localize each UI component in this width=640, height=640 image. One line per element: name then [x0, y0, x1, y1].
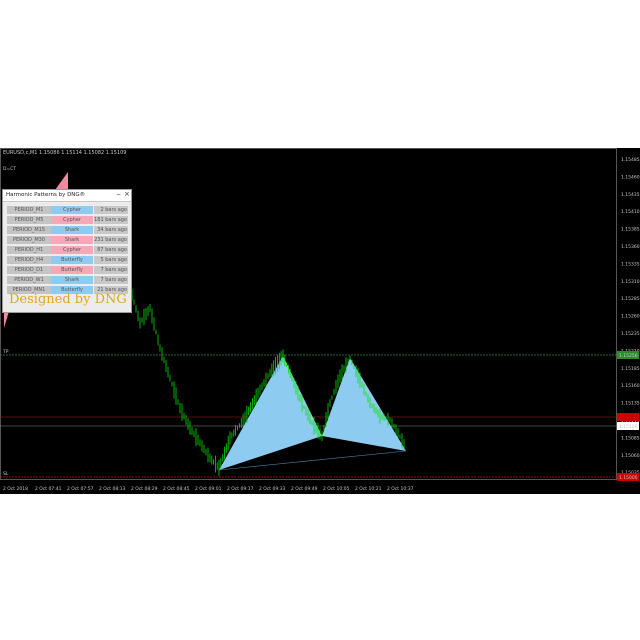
sl-label: SL: [3, 471, 9, 477]
price-tick-label: 1.15160: [621, 383, 640, 389]
period-cell: PERIOD_D1: [7, 266, 51, 274]
time-tick-label: 2 Oct 08:13: [99, 486, 126, 492]
price-tick-label: 1.15135: [621, 401, 640, 407]
time-tick-label: 2 Oct 08:29: [131, 486, 158, 492]
pattern-remnant-top: [55, 172, 68, 190]
tp-label: TP: [2, 349, 9, 355]
time-tick-label: 2 Oct 09:33: [259, 486, 286, 492]
bars-ago-cell: 2 bars ago: [94, 206, 128, 214]
harmonic-patterns-panel[interactable]: Harmonic Patterns by DNG® − × PERIOD_M1 C…: [2, 189, 132, 313]
pattern-cell[interactable]: Cypher: [51, 206, 93, 214]
top-left-label: D=CT: [3, 166, 16, 172]
pattern-cell[interactable]: Cypher: [51, 216, 93, 224]
price-tick-label: 1.15260: [621, 314, 640, 320]
table-row: PERIOD_M5 Cypher 181 bars ago: [7, 215, 129, 225]
price-tick-label: 1.15460: [621, 174, 640, 180]
sl-price-tag-text: 1.15000: [619, 475, 638, 481]
time-tick-label: 2 Oct 09:17: [227, 486, 254, 492]
price-tick-label: 1.15060: [621, 453, 640, 459]
close-icon[interactable]: ×: [124, 190, 130, 198]
bars-ago-cell: 5 bars ago: [94, 256, 128, 264]
table-row: PERIOD_D1 Butterfly 7 bars ago: [7, 265, 129, 275]
table-row: PERIOD_W1 Shark 7 bars ago: [7, 275, 129, 285]
period-cell: PERIOD_W1: [7, 276, 51, 284]
period-cell: PERIOD_H4: [7, 256, 51, 264]
period-cell: PERIOD_M1: [7, 206, 51, 214]
pattern-cell[interactable]: Shark: [51, 226, 93, 234]
period-cell: PERIOD_M5: [7, 216, 51, 224]
price-tick-label: 1.15085: [621, 435, 640, 441]
bars-ago-cell: 7 bars ago: [94, 276, 128, 284]
time-tick-label: 2 Oct 2018: [3, 486, 28, 492]
price-tick-label: 1.15335: [621, 261, 640, 267]
time-tick-label: 2 Oct 08:45: [163, 486, 190, 492]
tp-price-tag-text: 1.15256: [619, 353, 638, 359]
price-tick-label: 1.15360: [621, 244, 640, 250]
time-tick-label: 2 Oct 09:01: [195, 486, 222, 492]
time-tick-label: 2 Oct 10:37: [387, 486, 414, 492]
current-price-tag-text: 1.15109: [619, 424, 638, 430]
price-tick-label: 1.15235: [621, 331, 640, 337]
pattern-cell[interactable]: Shark: [51, 276, 93, 284]
minimize-icon[interactable]: −: [116, 191, 121, 198]
pattern-table: PERIOD_M1 Cypher 2 bars ago PERIOD_M5 Cypher…: [7, 205, 129, 295]
pattern-cell[interactable]: Butterfly: [51, 266, 93, 274]
table-row: PERIOD_H1 Cypher 87 bars ago: [7, 245, 129, 255]
bars-ago-cell: 231 bars ago: [94, 236, 128, 244]
pattern-cell[interactable]: Butterfly: [51, 256, 93, 264]
bars-ago-cell: 34 bars ago: [94, 226, 128, 234]
pattern-cell[interactable]: Cypher: [51, 246, 93, 254]
table-row: PERIOD_M15 Shark 34 bars ago: [7, 225, 129, 235]
time-axis: 2 Oct 2018 2 Oct 07:41 2 Oct 07:57 2 Oct 08…: [3, 486, 414, 492]
price-tick-label: 1.15310: [621, 279, 640, 285]
time-tick-label: 2 Oct 10:21: [355, 486, 382, 492]
designed-by-label: Designed by DNG: [9, 292, 127, 307]
table-row: PERIOD_H4 Butterfly 5 bars ago: [7, 255, 129, 265]
bars-ago-cell: 181 bars ago: [94, 216, 128, 224]
period-cell: PERIOD_M30: [7, 236, 51, 244]
bars-ago-cell: 87 bars ago: [94, 246, 128, 254]
price-tick-label: 1.15410: [621, 209, 640, 215]
bars-ago-cell: 7 bars ago: [94, 266, 128, 274]
panel-title-bar[interactable]: Harmonic Patterns by DNG® − ×: [3, 190, 131, 202]
table-row: PERIOD_M1 Cypher 2 bars ago: [7, 205, 129, 215]
price-tick-label: 1.15185: [621, 366, 640, 372]
period-cell: PERIOD_H1: [7, 246, 51, 254]
symbol-info: EURUSD,c,M1 1.15086 1.15114 1.15082 1.15…: [3, 150, 127, 156]
price-tick-label: 1.15435: [621, 192, 640, 198]
price-tick-label: 1.15385: [621, 227, 640, 233]
time-tick-label: 2 Oct 07:41: [35, 486, 62, 492]
table-row: PERIOD_M30 Shark 231 bars ago: [7, 235, 129, 245]
time-tick-label: 2 Oct 07:57: [67, 486, 94, 492]
price-tick-label: 1.15285: [621, 296, 640, 302]
time-tick-label: 2 Oct 09:49: [291, 486, 318, 492]
pattern-triangle-2: [322, 358, 406, 451]
pattern-triangle-1: [219, 356, 322, 470]
red-price-tag: [617, 413, 639, 421]
period-cell: PERIOD_M15: [7, 226, 51, 234]
panel-title: Harmonic Patterns by DNG®: [6, 192, 86, 198]
time-tick-label: 2 Oct 10:05: [323, 486, 350, 492]
pattern-cell[interactable]: Shark: [51, 236, 93, 244]
price-tick-label: 1.15485: [621, 157, 640, 163]
